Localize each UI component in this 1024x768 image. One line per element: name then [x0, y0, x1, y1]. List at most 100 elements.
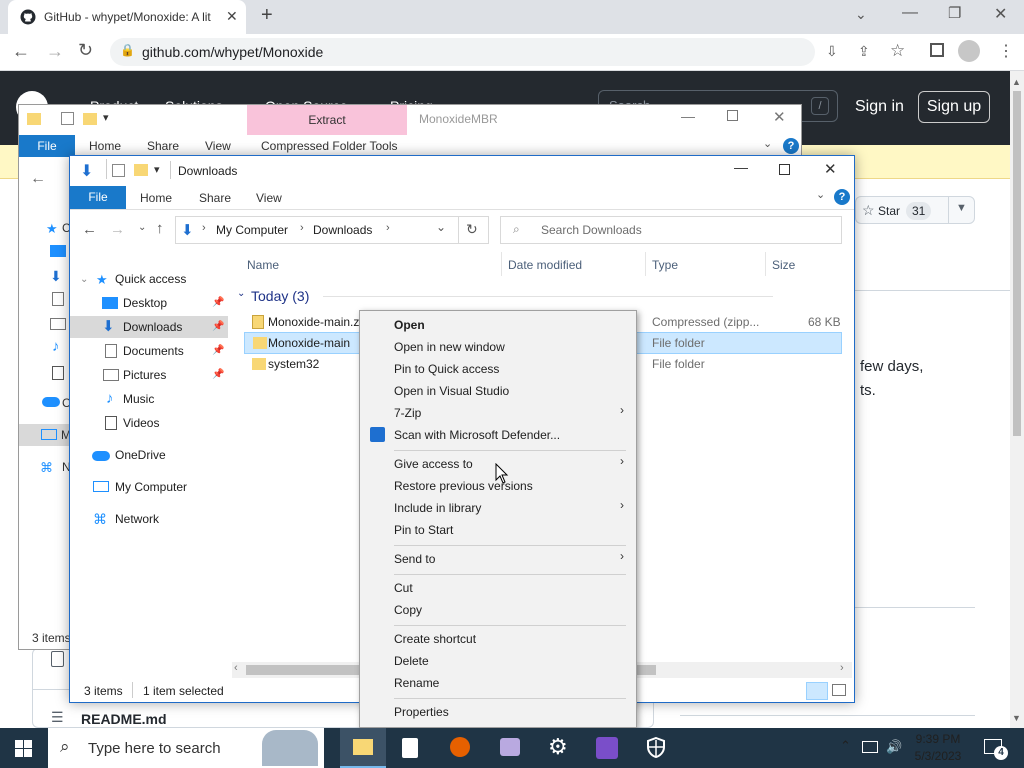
breadcrumb-chevron-icon[interactable]: ›: [386, 222, 390, 234]
minimize-button[interactable]: —: [902, 4, 918, 22]
install-app-icon[interactable]: ⇩: [826, 43, 838, 60]
taskbar-clock-time[interactable]: 9:39 PM: [910, 732, 966, 746]
ribbon-tab-share[interactable]: Share: [199, 191, 231, 205]
tray-overflow-chevron-icon[interactable]: ⌃: [840, 738, 851, 754]
ribbon-tab-file[interactable]: File: [70, 186, 126, 209]
visual-studio-taskbar-icon[interactable]: [596, 737, 618, 759]
ribbon-tab-share[interactable]: Share: [147, 139, 179, 153]
defender-taskbar-icon[interactable]: [647, 737, 665, 758]
ribbon-tab-view[interactable]: View: [205, 139, 231, 153]
sidebar-item-my-computer[interactable]: My Computer: [70, 476, 228, 498]
back-button[interactable]: ←: [82, 221, 97, 238]
large-icons-view-icon[interactable]: [832, 684, 846, 696]
minimize-button[interactable]: —: [681, 108, 695, 124]
forward-button[interactable]: →: [110, 221, 125, 238]
sidebar-item-pictures[interactable]: Pictures 📌: [70, 364, 228, 386]
back-sidebar-selected[interactable]: M: [19, 424, 71, 446]
sidebar-item-desktop[interactable]: Desktop 📌: [70, 292, 228, 314]
settings-gear-taskbar-icon[interactable]: ⚙: [548, 734, 568, 760]
page-scrollbar[interactable]: ▲ ▼: [1010, 71, 1024, 728]
menu-item-delete[interactable]: Delete: [394, 651, 429, 671]
scroll-up-icon[interactable]: ▲: [1012, 77, 1021, 87]
menu-item-pin-quick-access[interactable]: Pin to Quick access: [394, 359, 499, 379]
menu-dots-icon[interactable]: ⋮: [998, 41, 1014, 61]
close-button[interactable]: ✕: [773, 108, 786, 126]
column-header-date[interactable]: Date modified: [508, 258, 582, 272]
menu-item-open-visual-studio[interactable]: Open in Visual Studio: [394, 381, 509, 401]
menu-item-open[interactable]: Open: [394, 315, 425, 335]
share-icon[interactable]: ⇪: [858, 43, 870, 60]
close-button[interactable]: ✕: [824, 160, 837, 178]
help-icon[interactable]: ?: [834, 189, 850, 205]
ribbon-tab-home[interactable]: Home: [89, 139, 121, 153]
column-header-size[interactable]: Size: [772, 258, 795, 272]
expand-chevron-icon[interactable]: ⌄: [80, 274, 88, 285]
star-button[interactable]: ☆ Star 31 ▼: [855, 196, 975, 224]
sidebar-item-videos[interactable]: Videos: [70, 412, 228, 434]
new-folder-qa-icon[interactable]: [134, 164, 148, 176]
maximize-button[interactable]: [779, 164, 790, 175]
tab-close-icon[interactable]: ✕: [226, 8, 238, 25]
menu-item-7zip[interactable]: 7-Zip: [394, 403, 421, 423]
ribbon-tab-compressed-tools[interactable]: Compressed Folder Tools: [261, 139, 398, 153]
volume-tray-icon[interactable]: 🔊: [886, 739, 902, 755]
up-button[interactable]: ↑: [156, 220, 164, 237]
recent-locations-icon[interactable]: ⌄: [138, 222, 146, 233]
profile-avatar-icon[interactable]: [958, 40, 980, 62]
firefox-taskbar-icon[interactable]: [450, 737, 470, 757]
list-icon[interactable]: ☰: [51, 709, 64, 726]
app-taskbar-icon[interactable]: [500, 738, 520, 756]
sidebar-item-onedrive[interactable]: OneDrive: [70, 444, 228, 466]
search-box[interactable]: ⌕ Search Downloads: [500, 216, 842, 244]
menu-item-create-shortcut[interactable]: Create shortcut: [394, 629, 476, 649]
group-collapse-icon[interactable]: ⌄: [237, 288, 245, 299]
address-dropdown-icon[interactable]: ⌄: [436, 220, 446, 234]
menu-item-send-to[interactable]: Send to: [394, 549, 435, 569]
scroll-right-icon[interactable]: ›: [840, 662, 844, 674]
breadcrumb-my-computer[interactable]: My Computer: [216, 223, 288, 237]
notepad-taskbar-icon[interactable]: [402, 738, 418, 758]
star-dropdown-icon[interactable]: ▼: [956, 202, 967, 214]
tab-search-chevron-icon[interactable]: ⌄: [855, 6, 867, 23]
back-arrow-icon[interactable]: ←: [12, 41, 30, 62]
ribbon-tab-file[interactable]: File: [19, 135, 75, 157]
column-header-type[interactable]: Type: [652, 258, 678, 272]
network-tray-icon[interactable]: [862, 741, 878, 753]
extract-tool-tab[interactable]: Extract: [247, 105, 407, 135]
sign-in-link[interactable]: Sign in: [855, 98, 904, 116]
scroll-left-icon[interactable]: ‹: [234, 662, 238, 674]
scroll-down-icon[interactable]: ▼: [1012, 713, 1021, 723]
help-icon[interactable]: ?: [783, 138, 799, 154]
new-folder-qa-icon[interactable]: [83, 113, 97, 125]
refresh-icon[interactable]: ↻: [466, 221, 478, 238]
menu-item-restore-versions[interactable]: Restore previous versions: [394, 476, 533, 496]
start-windows-icon[interactable]: [15, 740, 32, 757]
taskbar-search-box[interactable]: ⌕ Type here to search: [48, 728, 324, 768]
side-panel-icon[interactable]: [930, 43, 944, 57]
menu-item-properties[interactable]: Properties: [394, 702, 449, 722]
back-nav-arrow-icon[interactable]: ←: [30, 170, 46, 188]
qa-dropdown-icon[interactable]: ▾: [103, 111, 109, 124]
sign-up-button[interactable]: Sign up: [918, 91, 990, 123]
group-header-today[interactable]: Today (3): [251, 288, 309, 304]
menu-item-give-access[interactable]: Give access to: [394, 454, 473, 474]
bookmark-star-icon[interactable]: ☆: [890, 41, 905, 61]
menu-item-pin-start[interactable]: Pin to Start: [394, 520, 453, 540]
new-tab-button[interactable]: +: [261, 4, 273, 27]
properties-qa-icon[interactable]: [112, 164, 125, 177]
close-window-button[interactable]: ✕: [994, 4, 1007, 24]
ribbon-expand-icon[interactable]: ⌄: [763, 137, 772, 150]
details-view-icon[interactable]: [806, 682, 828, 700]
qa-dropdown-icon[interactable]: ▾: [154, 163, 160, 176]
readme-title[interactable]: README.md: [81, 711, 167, 727]
forward-arrow-icon[interactable]: →: [46, 41, 64, 62]
sidebar-item-downloads[interactable]: ⬇ Downloads 📌: [70, 316, 228, 338]
taskbar-clock-date[interactable]: 5/3/2023: [910, 749, 966, 763]
properties-qa-icon[interactable]: [61, 112, 74, 125]
scroll-thumb[interactable]: [1013, 91, 1021, 436]
menu-item-include-library[interactable]: Include in library: [394, 498, 481, 518]
ribbon-tab-home[interactable]: Home: [140, 191, 172, 205]
menu-item-open-new-window[interactable]: Open in new window: [394, 337, 505, 357]
restore-button[interactable]: ❐: [948, 4, 961, 22]
menu-item-scan-defender[interactable]: Scan with Microsoft Defender...: [394, 425, 560, 445]
